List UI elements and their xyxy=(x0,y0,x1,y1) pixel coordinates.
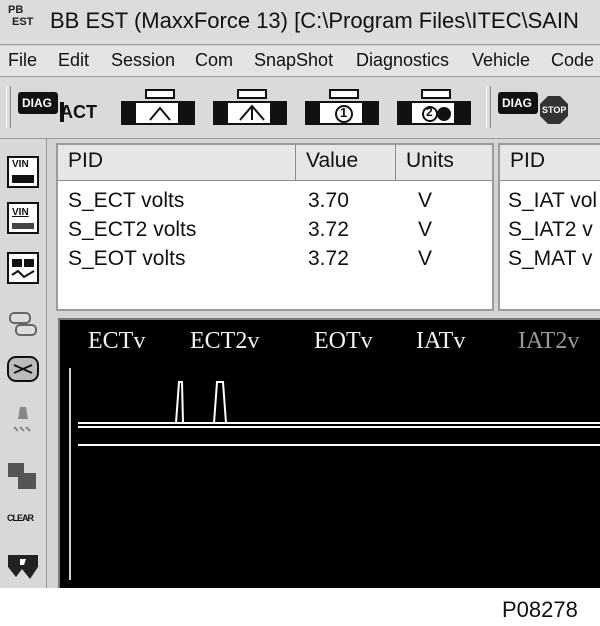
vin-read-label: VIN xyxy=(12,159,29,170)
module-compare-button[interactable] xyxy=(6,251,40,285)
vin-read-button[interactable]: VIN xyxy=(6,155,40,189)
snapshot-icon xyxy=(8,555,38,579)
toolbar-grip-2[interactable] xyxy=(486,86,491,128)
cylinder-1-label: 1 xyxy=(340,105,348,120)
module-compare-icon xyxy=(7,252,39,284)
print-button[interactable] xyxy=(6,459,40,493)
left-toolbar: VIN VIN CLEAR xyxy=(0,139,47,588)
pid-table-2: PID S_IAT vol S_IAT2 v S_MAT v xyxy=(498,143,600,311)
table-row-units: V xyxy=(418,218,433,241)
pid-column-header[interactable]: PID xyxy=(58,145,296,181)
toolbar-grip[interactable] xyxy=(6,86,11,128)
menu-snapshot[interactable]: SnapShot xyxy=(254,50,333,71)
units-column-header[interactable]: Units xyxy=(396,145,492,181)
engine-test-2-icon xyxy=(213,89,287,125)
engine-test-button[interactable] xyxy=(120,86,198,130)
vin-program-label: VIN xyxy=(12,207,29,218)
table-row-pid[interactable]: S_ECT volts xyxy=(68,189,184,213)
main-toolbar: DIAG ACT 1 2 DIAG STOP xyxy=(0,78,600,139)
vin-program-button[interactable]: VIN xyxy=(6,201,40,235)
diag-stop-badge: DIAG xyxy=(502,96,532,110)
menu-bar: File Edit Session Com SnapShot Diagnosti… xyxy=(0,46,600,77)
engine-test-icon xyxy=(121,89,195,125)
application-window: PB EST BB EST (MaxxForce 13) [C:\Program… xyxy=(0,0,600,588)
graph-plot xyxy=(69,368,600,580)
menu-session[interactable]: Session xyxy=(111,50,175,71)
snapshot-button[interactable] xyxy=(6,549,40,583)
diag-act-label: ACT xyxy=(60,102,97,122)
table-row-value: 3.70 xyxy=(308,189,349,212)
print-icon xyxy=(8,463,36,489)
engine-test-2-button[interactable] xyxy=(212,86,290,130)
app-icon-text-bottom: EST xyxy=(12,16,34,28)
clear-codes-button[interactable]: CLEAR xyxy=(6,505,40,539)
trace-spike-1 xyxy=(175,381,184,424)
diag-act-button[interactable]: DIAG ACT xyxy=(16,86,98,130)
menu-edit[interactable]: Edit xyxy=(58,50,89,71)
engine-cylinder-1-button[interactable]: 1 xyxy=(304,86,382,130)
connector-icon xyxy=(7,356,39,382)
title-bar[interactable]: PB EST BB EST (MaxxForce 13) [C:\Program… xyxy=(0,0,600,45)
menu-vehicle[interactable]: Vehicle xyxy=(472,50,530,71)
spray-icon xyxy=(13,407,31,432)
connector-button[interactable] xyxy=(6,353,40,387)
trace-spike-2 xyxy=(213,381,227,424)
pid-graph[interactable]: ECTv ECT2v EOTv IATv IAT2v xyxy=(58,318,600,588)
table-row-value: 3.72 xyxy=(308,247,349,270)
menu-code[interactable]: Code xyxy=(551,50,594,71)
diag-stop-label: STOP xyxy=(542,105,567,115)
table-row-pid[interactable]: S_IAT vol xyxy=(508,189,597,213)
menu-file[interactable]: File xyxy=(8,50,37,71)
menu-diagnostics[interactable]: Diagnostics xyxy=(356,50,449,71)
table-row-pid[interactable]: S_EOT volts xyxy=(68,247,186,271)
value-column-header[interactable]: Value xyxy=(296,145,396,181)
table-row-value: 3.72 xyxy=(308,218,349,241)
pid-table-1: PID Value Units S_ECT volts 3.70 V S_ECT… xyxy=(56,143,494,311)
engine-cylinder-2-icon xyxy=(397,89,471,125)
cylinder-2-label: 2 xyxy=(426,105,433,119)
menu-com[interactable]: Com xyxy=(195,50,233,71)
spray-button[interactable] xyxy=(6,403,40,437)
table-row-pid[interactable]: S_IAT2 v xyxy=(508,218,593,242)
table-row-pid[interactable]: S_MAT v xyxy=(508,247,592,271)
app-icon-text-top: PB xyxy=(8,4,24,16)
figure-code: P08278 xyxy=(502,597,578,622)
window-title: BB EST (MaxxForce 13) [C:\Program Files\… xyxy=(50,8,579,33)
harness-icon xyxy=(9,312,37,336)
harness-button[interactable] xyxy=(6,307,40,341)
app-icon[interactable]: PB EST xyxy=(4,4,38,38)
diag-act-badge: DIAG xyxy=(22,96,52,110)
pid-column-header-2[interactable]: PID xyxy=(500,145,600,181)
table-row-units: V xyxy=(418,247,433,270)
engine-cylinder-2-button[interactable]: 2 xyxy=(396,86,474,130)
diag-stop-button[interactable]: DIAG STOP xyxy=(496,86,580,130)
clear-codes-label: CLEAR xyxy=(7,513,34,523)
table-row-units: V xyxy=(418,189,433,212)
table-row-pid[interactable]: S_ECT2 volts xyxy=(68,218,196,242)
